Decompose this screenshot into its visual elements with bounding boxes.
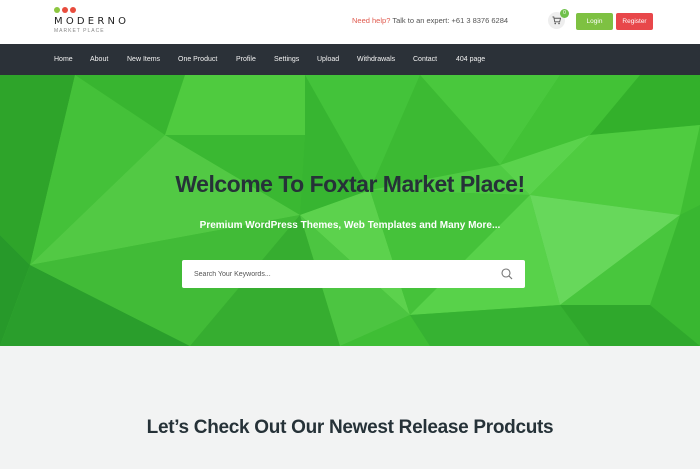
nav-item-contact[interactable]: Contact xyxy=(413,44,437,75)
logo-dot-red xyxy=(70,7,76,13)
cart-icon xyxy=(552,16,561,25)
hero-subtitle: Premium WordPress Themes, Web Templates … xyxy=(199,220,501,231)
register-button[interactable]: Register xyxy=(616,13,653,30)
login-button[interactable]: Login xyxy=(576,13,613,30)
nav-item-404-page[interactable]: 404 page xyxy=(456,44,485,75)
main-nav: Home About New Items One Product Profile… xyxy=(0,44,700,75)
nav-item-new-items[interactable]: New Items xyxy=(127,44,160,75)
hero-banner: Welcome To Foxtar Market Place! Premium … xyxy=(0,75,700,346)
nav-item-upload[interactable]: Upload xyxy=(317,44,339,75)
hero-polygon-background xyxy=(0,75,700,346)
logo-dot-green xyxy=(54,7,60,13)
logo-dots xyxy=(54,7,84,14)
nav-item-home[interactable]: Home xyxy=(54,44,73,75)
need-help-label: Need help? xyxy=(352,16,391,25)
cart-count-badge: 0 xyxy=(560,9,569,18)
nav-item-settings[interactable]: Settings xyxy=(274,44,299,75)
search-input[interactable] xyxy=(194,260,494,288)
nav-item-withdrawals[interactable]: Withdrawals xyxy=(357,44,395,75)
top-header: MODERNO MARKET PLACE Need help? Talk to … xyxy=(0,0,700,44)
expert-phone-text: Talk to an expert: +61 3 8376 6284 xyxy=(392,16,509,25)
hero-title: Welcome To Foxtar Market Place! xyxy=(175,171,525,197)
brand-name: MODERNO xyxy=(54,16,130,27)
nav-item-about[interactable]: About xyxy=(90,44,108,75)
brand-tagline: MARKET PLACE xyxy=(54,28,105,34)
nav-item-one-product[interactable]: One Product xyxy=(178,44,217,75)
search-bar xyxy=(182,260,525,288)
newest-release-heading: Let’s Check Out Our Newest Release Prodc… xyxy=(146,417,554,438)
nav-item-profile[interactable]: Profile xyxy=(236,44,256,75)
logo-dot-red xyxy=(62,7,68,13)
search-icon[interactable] xyxy=(500,267,514,281)
help-contact: Need help? Talk to an expert: +61 3 8376… xyxy=(352,16,508,25)
